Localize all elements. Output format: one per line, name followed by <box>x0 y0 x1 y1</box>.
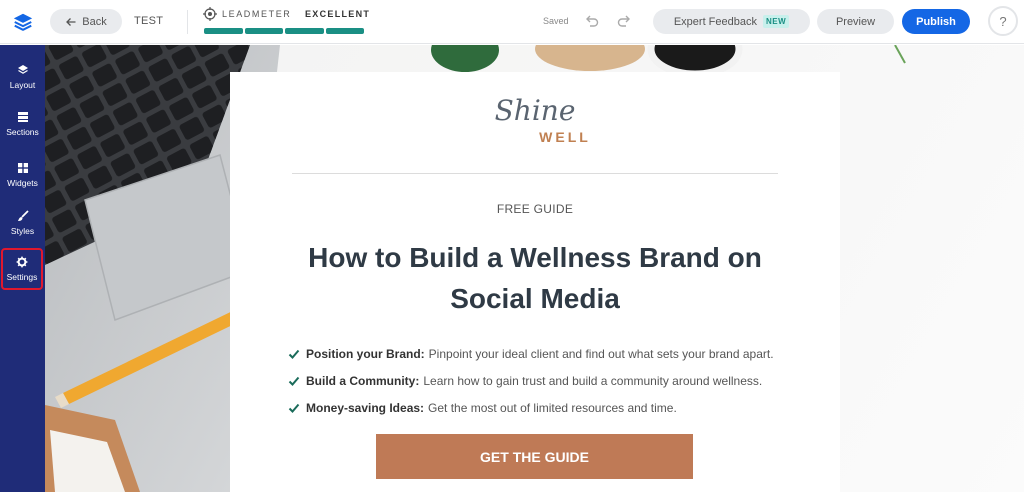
sidebar-item-styles[interactable]: Styles <box>0 202 45 244</box>
sidebar-item-sections[interactable]: Sections <box>0 103 45 145</box>
saved-status: Saved <box>543 16 569 26</box>
leadmeter-segment <box>244 28 283 34</box>
benefits-list[interactable]: Position your Brand: Pinpoint your ideal… <box>288 340 808 421</box>
left-sidebar: Layout Sections Widgets Styles Settings <box>0 45 45 492</box>
sidebar-item-label: Layout <box>9 80 36 90</box>
plant-leaves <box>431 45 499 72</box>
divider <box>292 173 778 174</box>
benefit-item[interactable]: Position your Brand: Pinpoint your ideal… <box>288 340 808 367</box>
plant-stem <box>894 45 906 64</box>
expert-feedback-button[interactable]: Expert Feedback NEW <box>653 9 810 34</box>
leadmeter-target-icon <box>203 7 217 21</box>
leadmeter-segment <box>204 28 243 34</box>
leadmeter-segment <box>285 28 324 34</box>
sidebar-item-layout[interactable]: Layout <box>0 56 45 98</box>
leadmeter-rating: EXCELLENT <box>305 9 371 19</box>
layers-logo-icon[interactable] <box>12 11 34 33</box>
check-icon <box>288 403 300 413</box>
back-button[interactable]: Back <box>50 9 122 34</box>
gear-icon <box>16 256 28 268</box>
sidebar-item-settings[interactable]: Settings <box>1 248 43 290</box>
wood-plate <box>535 45 645 71</box>
landing-page-card[interactable]: Shine WELL FREE GUIDE How to Build a Wel… <box>230 72 840 492</box>
sidebar-item-label: Settings <box>6 272 38 282</box>
coffee-cup <box>647 45 743 78</box>
benefit-text: Pinpoint your ideal client and find out … <box>428 346 774 361</box>
help-button[interactable]: ? <box>988 6 1018 36</box>
brand-logo-caps: WELL <box>539 129 591 145</box>
sidebar-item-label: Sections <box>6 127 39 137</box>
undo-icon[interactable] <box>584 13 600 29</box>
leadmeter-bar[interactable] <box>204 28 364 34</box>
benefit-item[interactable]: Money-saving Ideas: Get the most out of … <box>288 394 808 421</box>
check-icon <box>288 376 300 386</box>
layers-icon <box>17 65 28 74</box>
expert-feedback-label: Expert Feedback <box>673 15 757 28</box>
sidebar-item-widgets[interactable]: Widgets <box>0 154 45 196</box>
page-headline[interactable]: How to Build a Wellness Brand on Social … <box>270 237 800 319</box>
brush-icon <box>17 210 29 221</box>
publish-button[interactable]: Publish <box>902 9 970 34</box>
check-icon <box>288 349 300 359</box>
widgets-icon <box>17 163 28 173</box>
benefit-title: Money-saving Ideas: <box>306 400 425 415</box>
preview-label: Preview <box>835 15 876 28</box>
brand-logo-script: Shine <box>494 94 576 127</box>
leadmeter-segment <box>325 28 364 34</box>
benefit-item[interactable]: Build a Community: Learn how to gain tru… <box>288 367 808 394</box>
benefit-title: Position your Brand: <box>306 346 425 361</box>
divider <box>187 10 188 34</box>
sidebar-item-label: Widgets <box>7 178 38 188</box>
top-bar: Back TEST LEADMETER EXCELLENT Saved Expe… <box>0 0 1024 44</box>
sections-icon <box>17 112 28 122</box>
page-name[interactable]: TEST <box>134 15 163 27</box>
get-guide-button[interactable]: GET THE GUIDE <box>376 434 693 479</box>
benefit-text: Learn how to gain trust and build a comm… <box>423 373 763 388</box>
publish-label: Publish <box>916 15 956 28</box>
leadmeter-label: LEADMETER <box>222 9 292 19</box>
arrow-left-icon <box>66 17 76 26</box>
cta-label: GET THE GUIDE <box>480 448 589 465</box>
back-button-label: Back <box>82 15 107 28</box>
sidebar-item-label: Styles <box>10 226 35 236</box>
redo-icon[interactable] <box>616 13 632 29</box>
eyebrow-text[interactable]: FREE GUIDE <box>230 202 840 216</box>
benefit-title: Build a Community: <box>306 373 420 388</box>
new-badge: NEW <box>762 15 790 28</box>
help-icon: ? <box>999 13 1007 29</box>
preview-button[interactable]: Preview <box>817 9 894 34</box>
benefit-text: Get the most out of limited resources an… <box>428 400 677 415</box>
